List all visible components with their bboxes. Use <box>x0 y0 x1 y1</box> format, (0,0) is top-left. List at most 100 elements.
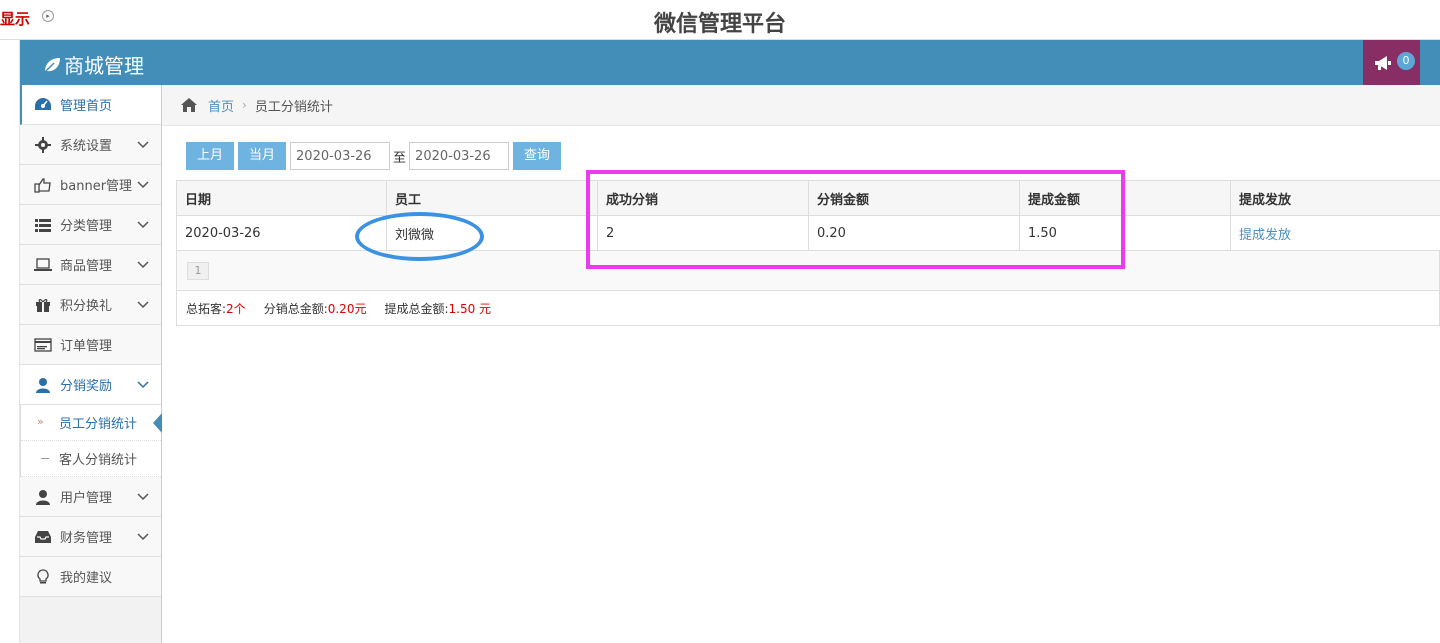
end-date-input[interactable] <box>409 142 510 170</box>
to-label: 至 <box>393 150 407 166</box>
submenu-item-guest-stats[interactable]: 客人分销统计 <box>21 441 161 477</box>
table-header-row: 日期 员工 成功分销 分销金额 提成金额 提成发放 <box>176 180 1440 216</box>
card-icon <box>34 336 52 354</box>
header-staff: 员工 <box>386 180 588 216</box>
dash-marker <box>41 458 49 459</box>
chevron-down-icon <box>137 181 149 189</box>
total-customers-label: 总拓客: <box>186 301 227 316</box>
user-icon <box>34 488 52 506</box>
page-button[interactable]: 1 <box>187 262 209 280</box>
chevron-down-icon <box>137 381 149 389</box>
inbox-icon <box>34 528 52 546</box>
header-sales-amount: 分销金额 <box>808 180 1020 216</box>
laptop-icon <box>34 256 52 274</box>
total-customers-value: 2个 <box>226 301 246 316</box>
chevron-down-icon <box>137 221 149 229</box>
gear-icon <box>34 136 52 154</box>
stats-table: 日期 员工 成功分销 分销金额 提成金额 提成发放 2020-03-26 刘微微… <box>176 180 1440 251</box>
header-commission-payout: 提成发放 <box>1230 180 1440 216</box>
cell-sales-amount: 0.20 <box>808 215 1020 251</box>
sidebar-item-users[interactable]: 用户管理 <box>20 477 161 517</box>
lightbulb-icon <box>34 568 52 586</box>
cell-payout: 提成发放 <box>1230 215 1440 251</box>
header-date: 日期 <box>176 180 387 216</box>
sidebar-item-orders[interactable]: 订单管理 <box>20 325 161 365</box>
active-pointer <box>153 413 162 433</box>
leaf-icon <box>43 57 60 74</box>
sidebar-item-finance[interactable]: 财务管理 <box>20 517 161 557</box>
table-row: 2020-03-26 刘微微 2 0.20 1.50 提成发放 <box>176 215 1440 251</box>
header-commission-amount: 提成金额 <box>1019 180 1231 216</box>
sidebar-item-label: 用户管理 <box>60 491 113 506</box>
cell-success-count: 2 <box>597 215 809 251</box>
list-icon <box>34 216 52 234</box>
sidebar-item-label: 积分换礼 <box>60 299 113 314</box>
sidebar-item-label: banner管理 <box>60 179 133 194</box>
left-edge <box>0 40 20 643</box>
cell-staff: 刘微微 <box>386 215 588 251</box>
query-button[interactable]: 查询 <box>513 142 562 170</box>
cell-date: 2020-03-26 <box>176 215 387 251</box>
sidebar-item-category[interactable]: 分类管理 <box>20 205 161 245</box>
this-month-button[interactable]: 当月 <box>238 142 287 170</box>
sidebar-item-settings[interactable]: 系统设置 <box>20 125 161 165</box>
notification-button[interactable]: 0 <box>1363 40 1420 85</box>
total-commission-value: 1.50 元 <box>448 301 492 316</box>
breadcrumb: 首页 › 员工分销统计 <box>162 85 1440 126</box>
sidebar-item-label: 分销奖励 <box>60 379 113 394</box>
notification-badge: 0 <box>1397 52 1415 70</box>
breadcrumb-current: 员工分销统计 <box>254 99 333 115</box>
chevron-down-icon <box>137 493 149 501</box>
sidebar-item-dashboard[interactable]: 管理首页 <box>20 85 161 125</box>
user-icon <box>34 376 52 394</box>
sidebar-item-label: 财务管理 <box>60 531 113 546</box>
cell-commission-amount: 1.50 <box>1019 215 1231 251</box>
sidebar-item-label: 系统设置 <box>60 139 113 154</box>
double-chevron-icon: » <box>37 415 44 428</box>
pagination: 1 <box>176 251 1440 291</box>
megaphone-icon <box>1375 56 1391 70</box>
top-bar: 显示 ▸ 微信管理平台 <box>0 0 1440 40</box>
brand-label: 商城管理 <box>64 54 144 78</box>
date-filter: 上月 当月 至 查询 <box>186 142 565 170</box>
total-sales-value: 0.20元 <box>327 301 367 316</box>
start-date-input[interactable] <box>290 142 391 170</box>
sidebar-item-products[interactable]: 商品管理 <box>20 245 161 285</box>
prev-month-button[interactable]: 上月 <box>186 142 235 170</box>
chevron-down-icon <box>137 141 149 149</box>
sidebar-item-label: 订单管理 <box>60 339 113 354</box>
gift-icon <box>34 296 52 314</box>
sidebar: 管理首页 系统设置 banner管理 分类管理 商品管理 积分换礼 订单管理 分… <box>20 85 162 643</box>
payout-link[interactable]: 提成发放 <box>1239 228 1291 243</box>
navbar: 商城管理 0 <box>20 40 1440 85</box>
breadcrumb-home-link[interactable]: 首页 <box>208 96 234 115</box>
brand[interactable]: 商城管理 <box>42 50 144 79</box>
chevron-down-icon <box>137 533 149 541</box>
stats-table-wrap: 日期 员工 成功分销 分销金额 提成金额 提成发放 2020-03-26 刘微微… <box>176 180 1440 326</box>
sidebar-item-suggestions[interactable]: 我的建议 <box>20 557 161 597</box>
breadcrumb-separator: › <box>242 98 247 112</box>
sidebar-item-label: 管理首页 <box>60 99 113 114</box>
header-success-count: 成功分销 <box>597 180 809 216</box>
sidebar-item-distribution-reward[interactable]: 分销奖励 <box>20 365 161 405</box>
submenu-item-label: 客人分销统计 <box>59 453 138 468</box>
submenu: » 员工分销统计 客人分销统计 <box>20 405 162 477</box>
sidebar-item-banner[interactable]: banner管理 <box>20 165 161 205</box>
sidebar-item-label: 我的建议 <box>60 571 113 586</box>
sidebar-item-label: 商品管理 <box>60 259 113 274</box>
dashboard-icon <box>34 96 52 114</box>
total-commission-label: 提成总金额: <box>384 301 449 316</box>
chevron-down-icon <box>137 261 149 269</box>
platform-title: 微信管理平台 <box>653 12 786 37</box>
chevron-down-icon <box>137 301 149 309</box>
summary-bar: 总拓客: 2个 分销总金额: 0.20元 提成总金额: 1.50 元 <box>176 291 1440 326</box>
submenu-item-label: 员工分销统计 <box>59 417 138 432</box>
sidebar-item-points-gift[interactable]: 积分换礼 <box>20 285 161 325</box>
cell-spacer <box>587 215 598 251</box>
sidebar-item-label: 分类管理 <box>60 219 113 234</box>
submenu-item-staff-stats[interactable]: » 员工分销统计 <box>21 405 162 441</box>
thumbs-up-icon <box>34 176 52 194</box>
home-icon[interactable] <box>180 97 198 113</box>
total-sales-label: 分销总金额: <box>263 301 328 316</box>
header-spacer <box>587 180 598 216</box>
